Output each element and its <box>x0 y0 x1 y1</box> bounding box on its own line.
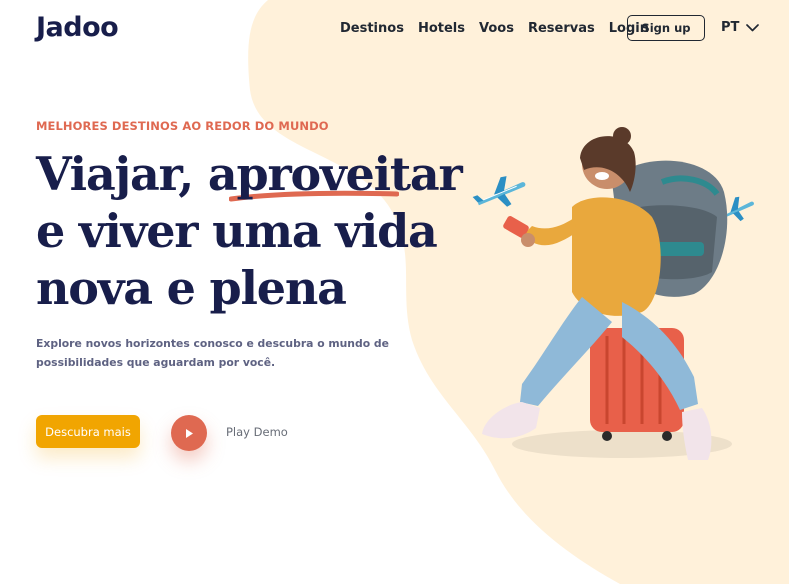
nav-link-reservas[interactable]: Reservas <box>528 20 595 38</box>
traveler-illustration <box>482 127 732 460</box>
headline-line-3: nova e plena <box>36 261 347 315</box>
play-icon <box>186 428 193 438</box>
hero-subtitle: Explore novos horizontes conosco e descu… <box>36 337 389 369</box>
hero-headline: Viajar, aproveitar e viver uma vida nova… <box>36 146 463 317</box>
language-label: PT <box>721 20 740 35</box>
nav-link-voos[interactable]: Voos <box>479 20 514 38</box>
play-demo-button[interactable] <box>171 415 207 451</box>
headline-line-1: Viajar, aproveitar <box>36 147 463 201</box>
hero-eyebrow: MELHORES DESTINOS AO REDOR DO MUNDO <box>36 119 329 133</box>
headline-line-2: e viver uma vida <box>36 204 438 258</box>
nav-link-destinos[interactable]: Destinos <box>340 20 404 38</box>
signup-button[interactable]: Sign up <box>627 15 705 41</box>
logo[interactable]: Jadoo <box>36 12 119 44</box>
top-nav: Destinos Hotels Voos Reservas Login <box>340 20 663 38</box>
chevron-down-icon <box>746 23 760 31</box>
discover-more-button[interactable]: Descubra mais <box>36 415 140 448</box>
nav-link-hotels[interactable]: Hotels <box>418 20 465 38</box>
language-selector[interactable]: PT <box>721 20 760 35</box>
play-demo-label[interactable]: Play Demo <box>226 425 288 439</box>
